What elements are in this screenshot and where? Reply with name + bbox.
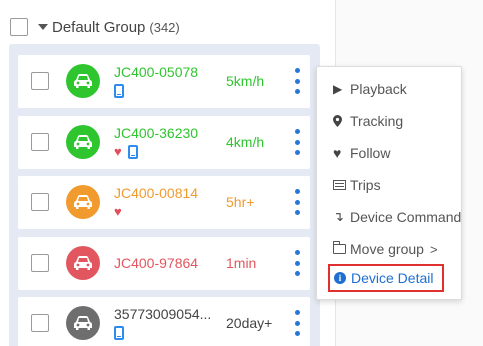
device-row[interactable]: 35773009054... 20day+ (18, 297, 310, 346)
car-icon (66, 306, 100, 340)
map-marker-icon (333, 115, 347, 127)
device-speed: 20day+ (226, 315, 273, 331)
device-list-panel: Default Group (342) JC400-05078 5km/h JC… (0, 0, 335, 346)
menu-item-label: Follow (350, 145, 391, 161)
car-icon (66, 64, 100, 98)
menu-item-follow[interactable]: ♥ Follow (317, 139, 463, 167)
more-options-icon[interactable] (290, 68, 304, 94)
info-icon: i (334, 272, 346, 284)
phone-icon (114, 84, 124, 98)
device-name[interactable]: 35773009054... (114, 306, 211, 322)
menu-item-label: Move group (350, 241, 424, 257)
more-options-icon[interactable] (290, 310, 304, 336)
car-icon (66, 246, 100, 280)
command-arrow-icon: ↴ (333, 209, 344, 224)
device-row[interactable]: JC400-36230 ♥ 4km/h (18, 116, 310, 169)
device-status-icons: ♥ (114, 145, 138, 159)
menu-item-label: Device Command (350, 209, 462, 225)
menu-item-playback[interactable]: ▶ Playback (317, 75, 463, 103)
phone-icon (114, 326, 124, 340)
device-status-icons (114, 84, 124, 98)
group-count: (342) (149, 19, 180, 35)
device-speed: 1min (226, 255, 257, 271)
device-checkbox[interactable] (31, 314, 49, 332)
menu-item-trips[interactable]: Trips (317, 171, 463, 199)
menu-item-label: Device Detail (351, 270, 434, 286)
caret-down-icon[interactable] (38, 24, 48, 30)
device-row[interactable]: JC400-97864 1min (18, 237, 310, 290)
device-row[interactable]: JC400-05078 5km/h (18, 55, 310, 108)
play-icon: ▶ (333, 82, 343, 96)
group-header[interactable]: Default Group (342) (10, 16, 180, 38)
more-options-icon[interactable] (290, 250, 304, 276)
device-checkbox[interactable] (31, 193, 49, 211)
device-name[interactable]: JC400-36230 (114, 125, 198, 141)
group-name[interactable]: Default Group (52, 19, 145, 36)
device-status-icons: ♥ (114, 205, 122, 219)
car-icon (66, 185, 100, 219)
device-status-icons (114, 326, 124, 340)
heart-icon: ♥ (333, 145, 342, 161)
menu-item-label: Playback (350, 81, 407, 97)
device-speed: 5hr+ (226, 194, 255, 210)
menu-item-label: Tracking (350, 113, 404, 129)
device-checkbox[interactable] (31, 133, 49, 151)
group-checkbox[interactable] (10, 18, 28, 36)
list-icon (333, 180, 347, 190)
phone-icon (127, 145, 138, 159)
menu-item-move-group[interactable]: Move group > (317, 235, 463, 263)
menu-item-device-detail[interactable]: i Device Detail (328, 264, 444, 292)
device-speed: 4km/h (226, 134, 265, 150)
device-name[interactable]: JC400-05078 (114, 64, 198, 80)
menu-item-tracking[interactable]: Tracking (317, 107, 463, 135)
device-context-menu: ▶ Playback Tracking ♥ Follow Trips ↴ Dev… (316, 66, 462, 300)
car-icon (66, 125, 100, 159)
heart-icon: ♥ (114, 144, 122, 159)
more-options-icon[interactable] (290, 129, 304, 155)
folder-icon (332, 241, 347, 254)
device-name[interactable]: JC400-00814 (114, 185, 198, 201)
device-name[interactable]: JC400-97864 (114, 255, 198, 271)
chevron-right-icon: > (429, 241, 438, 257)
device-row[interactable]: JC400-00814 ♥ 5hr+ (18, 176, 310, 229)
more-options-icon[interactable] (290, 189, 304, 215)
menu-item-device-command[interactable]: ↴ Device Command (317, 203, 463, 231)
device-speed: 5km/h (226, 73, 265, 89)
menu-item-label: Trips (350, 177, 381, 193)
heart-icon: ♥ (114, 204, 122, 219)
device-checkbox[interactable] (31, 254, 49, 272)
device-checkbox[interactable] (31, 72, 49, 90)
